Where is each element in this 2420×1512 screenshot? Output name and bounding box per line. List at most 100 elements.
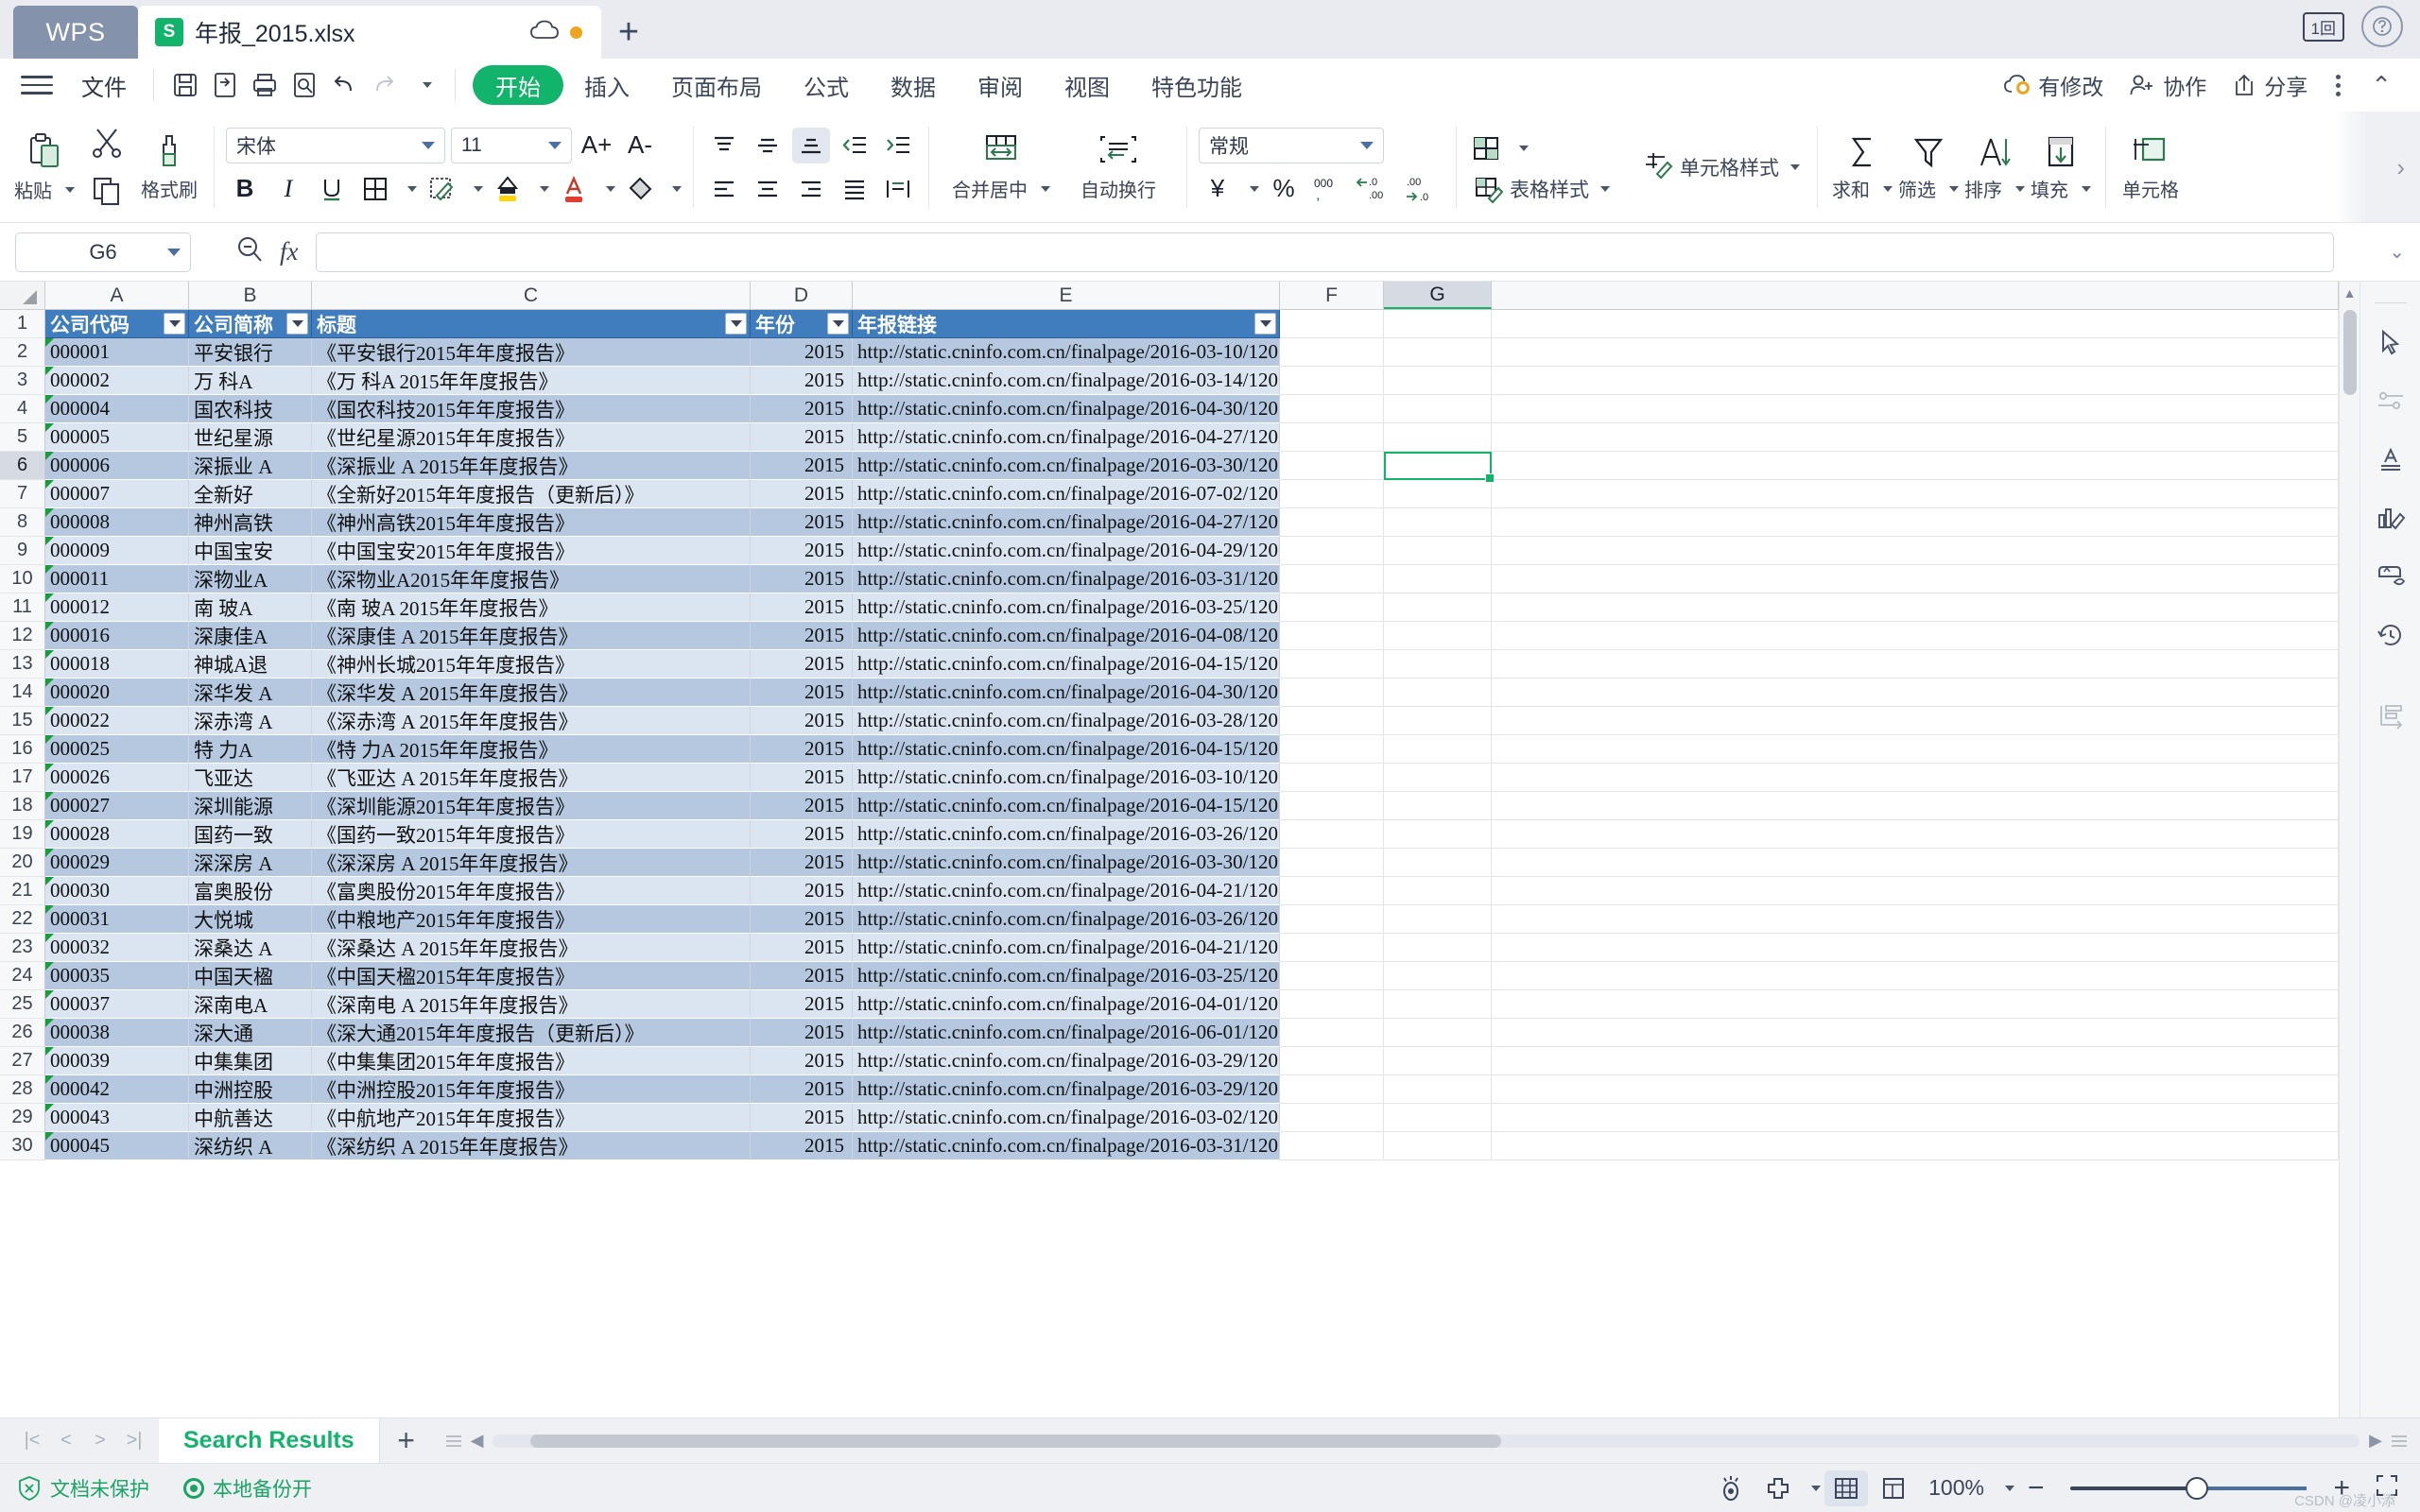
cell-report-title[interactable]: 《深振业 A 2015年年度报告》 xyxy=(312,452,751,480)
empty-cell[interactable] xyxy=(1492,792,2339,820)
cell-company-code[interactable]: 000045 xyxy=(45,1132,189,1160)
empty-cell[interactable] xyxy=(1280,1047,1384,1075)
cell-report-url[interactable]: http://static.cninfo.com.cn/finalpage/20… xyxy=(853,423,1280,452)
cell-company-name[interactable]: 万 科A xyxy=(189,367,312,395)
empty-cell[interactable] xyxy=(1384,905,1492,934)
empty-cell[interactable] xyxy=(1280,849,1384,877)
align-bottom-icon[interactable] xyxy=(792,127,830,163)
row-header-11[interactable]: 11 xyxy=(0,593,45,622)
row-header-2[interactable]: 2 xyxy=(0,338,45,367)
empty-cell[interactable] xyxy=(1384,934,1492,962)
row-header-8[interactable]: 8 xyxy=(0,508,45,537)
smart-fill-icon[interactable] xyxy=(2364,547,2417,606)
cell-year[interactable]: 2015 xyxy=(751,849,853,877)
draw-border-dropdown-icon[interactable] xyxy=(474,185,483,192)
cell-report-title[interactable]: 《深桑达 A 2015年年度报告》 xyxy=(312,934,751,962)
empty-cell[interactable] xyxy=(1384,1075,1492,1104)
empty-cell[interactable] xyxy=(1280,367,1384,395)
cell-report-title[interactable]: 《平安银行2015年年度报告》 xyxy=(312,338,751,367)
sliders-icon[interactable] xyxy=(2364,371,2417,430)
empty-cell[interactable] xyxy=(1280,423,1384,452)
cell-year[interactable]: 2015 xyxy=(751,792,853,820)
empty-cell[interactable] xyxy=(1492,537,2339,565)
help-icon[interactable] xyxy=(2361,6,2403,47)
cell-report-title[interactable]: 《万 科A 2015年年度报告》 xyxy=(312,367,751,395)
row-header-20[interactable]: 20 xyxy=(0,849,45,877)
row-header-5[interactable]: 5 xyxy=(0,423,45,452)
row-header-28[interactable]: 28 xyxy=(0,1075,45,1104)
cell-company-code[interactable]: 000007 xyxy=(45,480,189,508)
empty-cell[interactable] xyxy=(1492,877,2339,905)
justify-icon[interactable] xyxy=(836,171,873,207)
row-header-30[interactable]: 30 xyxy=(0,1132,45,1160)
empty-cell[interactable] xyxy=(1280,593,1384,622)
cell-report-title[interactable]: 《深康佳 A 2015年年度报告》 xyxy=(312,622,751,650)
cursor-select-icon[interactable] xyxy=(2364,313,2417,371)
column-filter-header[interactable]: 公司简称 xyxy=(189,310,312,338)
tab-start[interactable]: 开始 xyxy=(473,65,563,105)
empty-cell[interactable] xyxy=(1384,877,1492,905)
cell-report-url[interactable]: http://static.cninfo.com.cn/finalpage/20… xyxy=(853,962,1280,990)
cell-company-code[interactable]: 000008 xyxy=(45,508,189,537)
cell-company-code[interactable]: 000005 xyxy=(45,423,189,452)
expand-formula-bar-icon[interactable]: ⌄ xyxy=(2389,240,2405,264)
cell-company-code[interactable]: 000038 xyxy=(45,1019,189,1047)
cell-company-name[interactable]: 特 力A xyxy=(189,735,312,764)
cell-report-title[interactable]: 《全新好2015年年度报告（更新后）》 xyxy=(312,480,751,508)
cell-year[interactable]: 2015 xyxy=(751,537,853,565)
row-header-21[interactable]: 21 xyxy=(0,877,45,905)
more-options-icon[interactable] xyxy=(2323,74,2354,96)
row-header-18[interactable]: 18 xyxy=(0,792,45,820)
cell-company-name[interactable]: 中国宝安 xyxy=(189,537,312,565)
row-header-26[interactable]: 26 xyxy=(0,1019,45,1047)
empty-cell[interactable] xyxy=(1384,480,1492,508)
underline-button[interactable] xyxy=(313,171,351,207)
cell-report-title[interactable]: 《深圳能源2015年年度报告》 xyxy=(312,792,751,820)
cell-report-url[interactable]: http://static.cninfo.com.cn/finalpage/20… xyxy=(853,338,1280,367)
cell-report-url[interactable]: http://static.cninfo.com.cn/finalpage/20… xyxy=(853,990,1280,1019)
empty-cell[interactable] xyxy=(1384,1019,1492,1047)
empty-cell[interactable] xyxy=(1384,962,1492,990)
conditional-format-button[interactable] xyxy=(1468,130,1506,166)
convert-icon[interactable] xyxy=(2364,687,2417,746)
tab-data[interactable]: 数据 xyxy=(870,64,957,106)
empty-cell[interactable] xyxy=(1280,310,1384,338)
cell-report-title[interactable]: 《中国天楹2015年年度报告》 xyxy=(312,962,751,990)
empty-cell[interactable] xyxy=(1492,820,2339,849)
share-button[interactable]: 分享 xyxy=(2221,69,2317,101)
cell-report-url[interactable]: http://static.cninfo.com.cn/finalpage/20… xyxy=(853,849,1280,877)
cell-company-code[interactable]: 000042 xyxy=(45,1075,189,1104)
empty-cell[interactable] xyxy=(1384,537,1492,565)
cell-year[interactable]: 2015 xyxy=(751,1047,853,1075)
distribute-icon[interactable] xyxy=(879,171,917,207)
redo-icon[interactable] xyxy=(364,65,404,105)
cell-report-title[interactable]: 《神州高铁2015年年度报告》 xyxy=(312,508,751,537)
font-color-dropdown-icon[interactable] xyxy=(606,185,615,192)
cell-report-url[interactable]: http://static.cninfo.com.cn/finalpage/20… xyxy=(853,367,1280,395)
cell-company-name[interactable]: 国药一致 xyxy=(189,820,312,849)
empty-cell[interactable] xyxy=(1280,452,1384,480)
column-header-C[interactable]: C xyxy=(312,282,751,309)
align-top-icon[interactable] xyxy=(705,128,743,163)
cell-report-title[interactable]: 《深纺织 A 2015年年度报告》 xyxy=(312,1132,751,1160)
cell-year[interactable]: 2015 xyxy=(751,905,853,934)
cell-report-url[interactable]: http://static.cninfo.com.cn/finalpage/20… xyxy=(853,735,1280,764)
collaborate-button[interactable]: 协作 xyxy=(2118,69,2216,101)
new-tab-button[interactable]: + xyxy=(601,6,656,59)
sort-button[interactable]: 排序 xyxy=(1962,131,2028,202)
cell-report-title[interactable]: 《特 力A 2015年年度报告》 xyxy=(312,735,751,764)
cell-company-code[interactable]: 000031 xyxy=(45,905,189,934)
scroll-left-icon[interactable]: ◀ xyxy=(471,1431,484,1451)
cell-year[interactable]: 2015 xyxy=(751,962,853,990)
empty-cell[interactable] xyxy=(1492,679,2339,707)
draw-border-button[interactable] xyxy=(423,171,460,207)
cell-year[interactable]: 2015 xyxy=(751,1075,853,1104)
cell-company-code[interactable]: 000043 xyxy=(45,1104,189,1132)
cell-year[interactable]: 2015 xyxy=(751,934,853,962)
cell-report-title[interactable]: 《深深房 A 2015年年度报告》 xyxy=(312,849,751,877)
empty-cell[interactable] xyxy=(1384,508,1492,537)
page-layout-icon[interactable] xyxy=(1872,1470,1915,1506)
cell-report-title[interactable]: 《国药一致2015年年度报告》 xyxy=(312,820,751,849)
borders-dropdown-icon[interactable] xyxy=(407,185,417,192)
cell-report-title[interactable]: 《世纪星源2015年年度报告》 xyxy=(312,423,751,452)
